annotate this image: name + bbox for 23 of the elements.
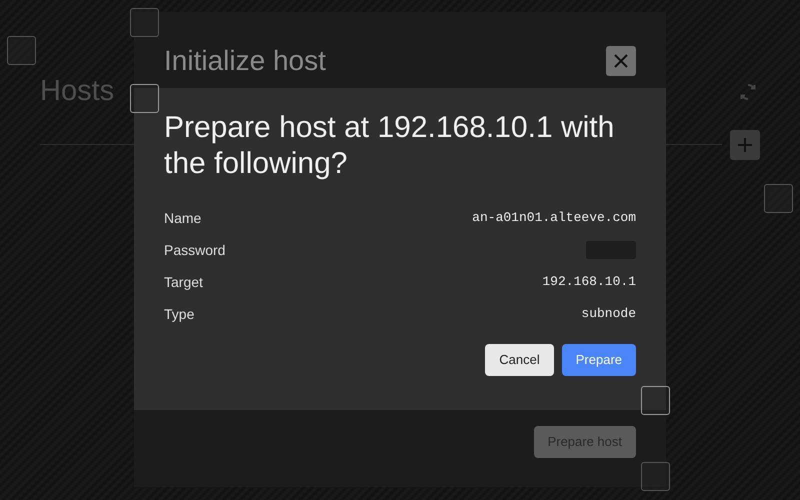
dialog-title: Initialize host (164, 44, 326, 78)
close-button[interactable] (606, 46, 636, 76)
row-value: subnode (581, 305, 636, 324)
row-label: Name (164, 208, 202, 228)
square-outline (641, 462, 670, 491)
row-value: an-a01n01.alteeve.com (472, 209, 636, 228)
row-label: Type (164, 304, 194, 324)
confirm-title: Prepare host at 192.168.10.1 with the following? (164, 110, 616, 182)
square-outline (764, 184, 793, 213)
plus-icon (737, 136, 753, 152)
row-label: Password (164, 240, 226, 260)
refresh-icon[interactable] (738, 82, 758, 102)
close-icon (614, 54, 628, 68)
square-outline (130, 8, 159, 37)
square-outline (7, 36, 36, 65)
row-label: Target (164, 272, 203, 292)
square-outline (641, 386, 670, 415)
square-outline (130, 84, 159, 113)
row-value: 192.168.10.1 (542, 273, 636, 292)
page-title: Hosts (40, 74, 114, 109)
cancel-button[interactable]: Cancel (485, 344, 554, 376)
prepare-button[interactable]: Prepare (562, 344, 636, 376)
add-button[interactable] (730, 130, 760, 160)
